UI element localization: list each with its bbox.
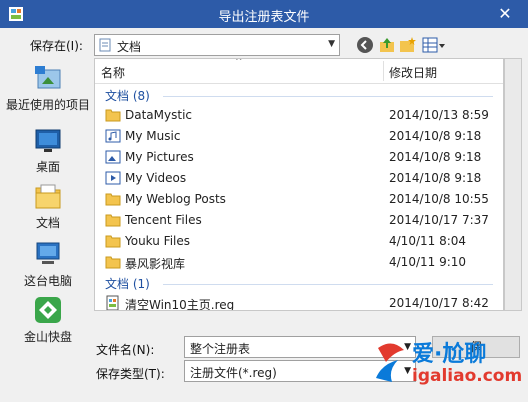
new-folder-icon[interactable] [399,36,417,54]
place-label: 这台电脑 [23,274,72,288]
place-kuaipan[interactable]: 金山快盘 [4,294,92,345]
list-item[interactable]: Tencent Files 2014/10/17 7:37 [95,210,503,230]
item-date: 2014/10/8 10:55 [389,192,489,206]
list-item[interactable]: My Videos 2014/10/8 9:18 [95,168,503,188]
recent-items-icon [35,66,61,89]
item-date: 2014/10/8 9:18 [389,150,482,164]
item-date: 4/10/11 9:10 [389,255,467,269]
desktop-icon [35,129,61,152]
site-watermark: 爱·尬聊 igaliao.com [372,334,522,394]
music-folder-icon [105,129,121,143]
computer-icon [36,242,60,264]
pictures-folder-icon [105,150,121,164]
folder-icon [105,256,121,269]
list-item[interactable]: Youku Files 4/10/11 8:04 [95,231,503,251]
save-in-dropdown[interactable]: 文档 ▼ [94,34,340,56]
vertical-scrollbar[interactable] [504,58,522,311]
item-date: 2014/10/13 8:59 [389,108,489,122]
place-label: 最近使用的项目 [5,98,90,112]
item-name: Tencent Files [125,213,202,227]
title-bar: 导出注册表文件 ✕ [0,0,528,28]
watermark-logo-icon [376,343,404,382]
list-item[interactable]: My Pictures 2014/10/8 9:18 [95,147,503,167]
folder-icon [105,214,121,227]
filename-value: 整个注册表 [190,342,251,356]
item-name: My Pictures [125,150,194,164]
list-header: ^ 名称 修改日期 [95,59,503,84]
kuaipan-icon [35,297,61,323]
folder-icon [105,235,121,248]
save-in-value: 文档 [117,40,142,54]
group-label: 文档 (1) [105,277,150,291]
watermark-line2: igaliao.com [412,366,523,386]
places-bar: 最近使用的项目 桌面 文档 这台电脑 金山快盘 [4,58,92,348]
place-desktop[interactable]: 桌面 [4,124,92,175]
item-date: 2014/10/17 8:42 [389,296,489,310]
group-divider [163,96,493,97]
chevron-down-icon: ▼ [328,39,335,49]
item-date: 2014/10/8 9:18 [389,129,482,143]
place-label: 文档 [35,216,60,230]
window-title: 导出注册表文件 [218,10,310,25]
place-documents[interactable]: 文档 [4,180,92,231]
column-divider[interactable] [383,61,384,81]
place-label: 金山快盘 [23,330,72,344]
videos-folder-icon [105,171,121,185]
dialog-window: 导出注册表文件 ✕ 保存在(I): 文档 ▼ 最近使用的项目 桌面 文档 这台电… [0,0,528,402]
column-header-name[interactable]: 名称 [101,64,125,81]
documents-icon [35,184,61,209]
item-name: My Music [125,129,181,143]
list-item[interactable]: My Weblog Posts 2014/10/8 10:55 [95,189,503,209]
filetype-value: 注册文件(*.reg) [190,366,277,380]
item-date: 4/10/11 8:04 [389,234,467,248]
filename-label: 文件名(N): [96,343,155,357]
item-date: 2014/10/17 7:37 [389,213,489,227]
close-button[interactable]: ✕ [482,0,528,28]
item-name: Youku Files [125,234,191,248]
item-date: 2014/10/8 9:18 [389,171,482,185]
list-item[interactable]: DataMystic 2014/10/13 8:59 [95,105,503,125]
up-folder-icon[interactable] [378,36,396,54]
list-item[interactable]: 清空Win10主页.reg 2014/10/17 8:42 [95,293,503,311]
list-item[interactable]: 暴风影视库 4/10/11 9:10 [95,252,503,272]
group-divider [163,284,493,285]
column-header-date[interactable]: 修改日期 [389,64,437,81]
filetype-label: 保存类型(T): [96,367,165,381]
group-header-documents[interactable]: 文档 (8) [105,87,493,105]
view-menu-icon[interactable] [422,36,446,54]
document-folder-icon [99,38,111,52]
item-name: 暴风影视库 [125,257,186,271]
group-header-documents-files[interactable]: 文档 (1) [105,275,493,293]
item-name: DataMystic [125,108,192,122]
list-item[interactable]: My Music 2014/10/8 9:18 [95,126,503,146]
item-name: 清空Win10主页.reg [125,298,235,311]
place-recent[interactable]: 最近使用的项目 [4,62,92,113]
folder-icon [105,109,121,122]
registry-file-icon [106,295,119,310]
folder-icon [105,193,121,206]
file-list[interactable]: ^ 名称 修改日期 文档 (8) DataMystic 2014/10/13 8… [94,58,504,311]
back-icon[interactable] [356,36,374,54]
save-in-label: 保存在(I): [30,39,83,53]
group-label: 文档 (8) [105,89,150,103]
item-name: My Weblog Posts [125,192,226,206]
place-this-pc[interactable]: 这台电脑 [4,238,92,289]
watermark-line1: 爱·尬聊 [412,342,487,367]
item-name: My Videos [125,171,187,185]
place-label: 桌面 [35,160,60,174]
sort-ascending-icon: ^ [235,58,243,67]
